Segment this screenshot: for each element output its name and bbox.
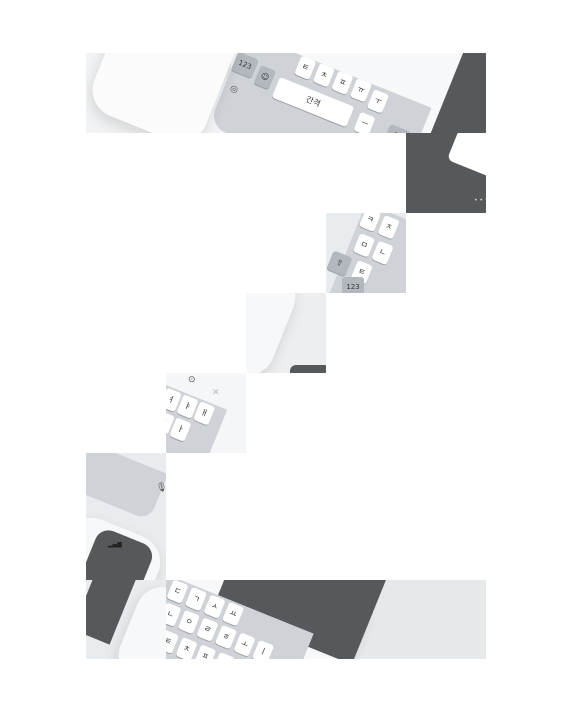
image-tile [86, 580, 166, 659]
keyboard: ㅋ ㅈ ㅁ ㄴ ⇧ ㅌ [326, 213, 406, 293]
key[interactable]: ㅛ [221, 601, 245, 627]
key[interactable]: ㅊ [175, 636, 198, 659]
image-tile-top: 123 ☺ 간격 ㅌ ㅊ ㅍ ㅠ ㅜ ㅡ ⌫ ↵ ◎ [86, 53, 486, 133]
delete-icon: ⌫ [390, 130, 404, 133]
signal-icon: ▂▄▆ [108, 541, 122, 548]
key[interactable]: ㄴ [371, 240, 394, 266]
card [446, 133, 486, 183]
key[interactable]: ㅅ [203, 594, 226, 619]
delete-key[interactable]: ⌫ [383, 123, 411, 133]
emoji-key[interactable]: ☺ [253, 64, 276, 90]
image-tile-bottom: ㄷ ㄱ ㅅ ㅛ ㅁ ㄴ ㅇ ㄹ ㅎ ㅗ ㅣ ㅌ ㅊ ㅍ ㅠ 123 [166, 580, 486, 659]
image-tile: • • • [406, 133, 486, 213]
key[interactable]: ㅈ [377, 214, 400, 240]
shift-key[interactable]: ⇧ [326, 250, 353, 277]
image-tile-left: 🎙 ▂▄▆ [86, 453, 166, 580]
key[interactable]: ㅌ [294, 55, 317, 81]
key[interactable]: ㅁ [352, 233, 376, 258]
numbers-key[interactable]: 123 [231, 53, 259, 79]
emoji-icon: ☺ [259, 71, 271, 83]
keyboard [86, 453, 166, 521]
compass-icon[interactable]: ⊙ [188, 375, 196, 385]
image-tile: ㅋ ㅈ ㅁ ㄴ ⇧ ㅌ 123 [326, 213, 406, 293]
numbers-key[interactable]: 123 [342, 277, 364, 293]
key[interactable]: ㅡ [353, 111, 376, 133]
shift-icon: ⇧ [334, 257, 345, 269]
key[interactable]: ㅣ [251, 639, 275, 659]
key[interactable]: ㅠ [212, 651, 235, 659]
key[interactable]: ㅎ [214, 624, 238, 650]
image-tile [246, 293, 326, 373]
key[interactable]: ㄷ [166, 580, 189, 604]
dark-phone-screen [290, 365, 326, 373]
key[interactable]: ㄱ [184, 586, 208, 612]
close-icon[interactable]: ✕ [212, 388, 220, 398]
image-tile: ⊙ ✕ ㅕ ㅑ ㅐ ㅓ ㅏ [166, 373, 246, 453]
key[interactable]: ㅇ [177, 609, 201, 635]
microphone-icon[interactable]: 🎙 [156, 483, 166, 493]
key[interactable]: ㅜ [366, 89, 390, 114]
key[interactable]: ㅊ [312, 62, 336, 88]
globe-icon[interactable]: ◎ [228, 83, 239, 95]
key[interactable]: ㅗ [233, 632, 256, 657]
page-dots: • • • [474, 197, 486, 204]
key[interactable]: ㅍ [331, 70, 354, 95]
key[interactable]: ㅠ [349, 77, 373, 103]
key[interactable]: ㅍ [193, 644, 217, 659]
phone-frame [246, 293, 304, 373]
key[interactable]: ㄹ [196, 617, 219, 642]
